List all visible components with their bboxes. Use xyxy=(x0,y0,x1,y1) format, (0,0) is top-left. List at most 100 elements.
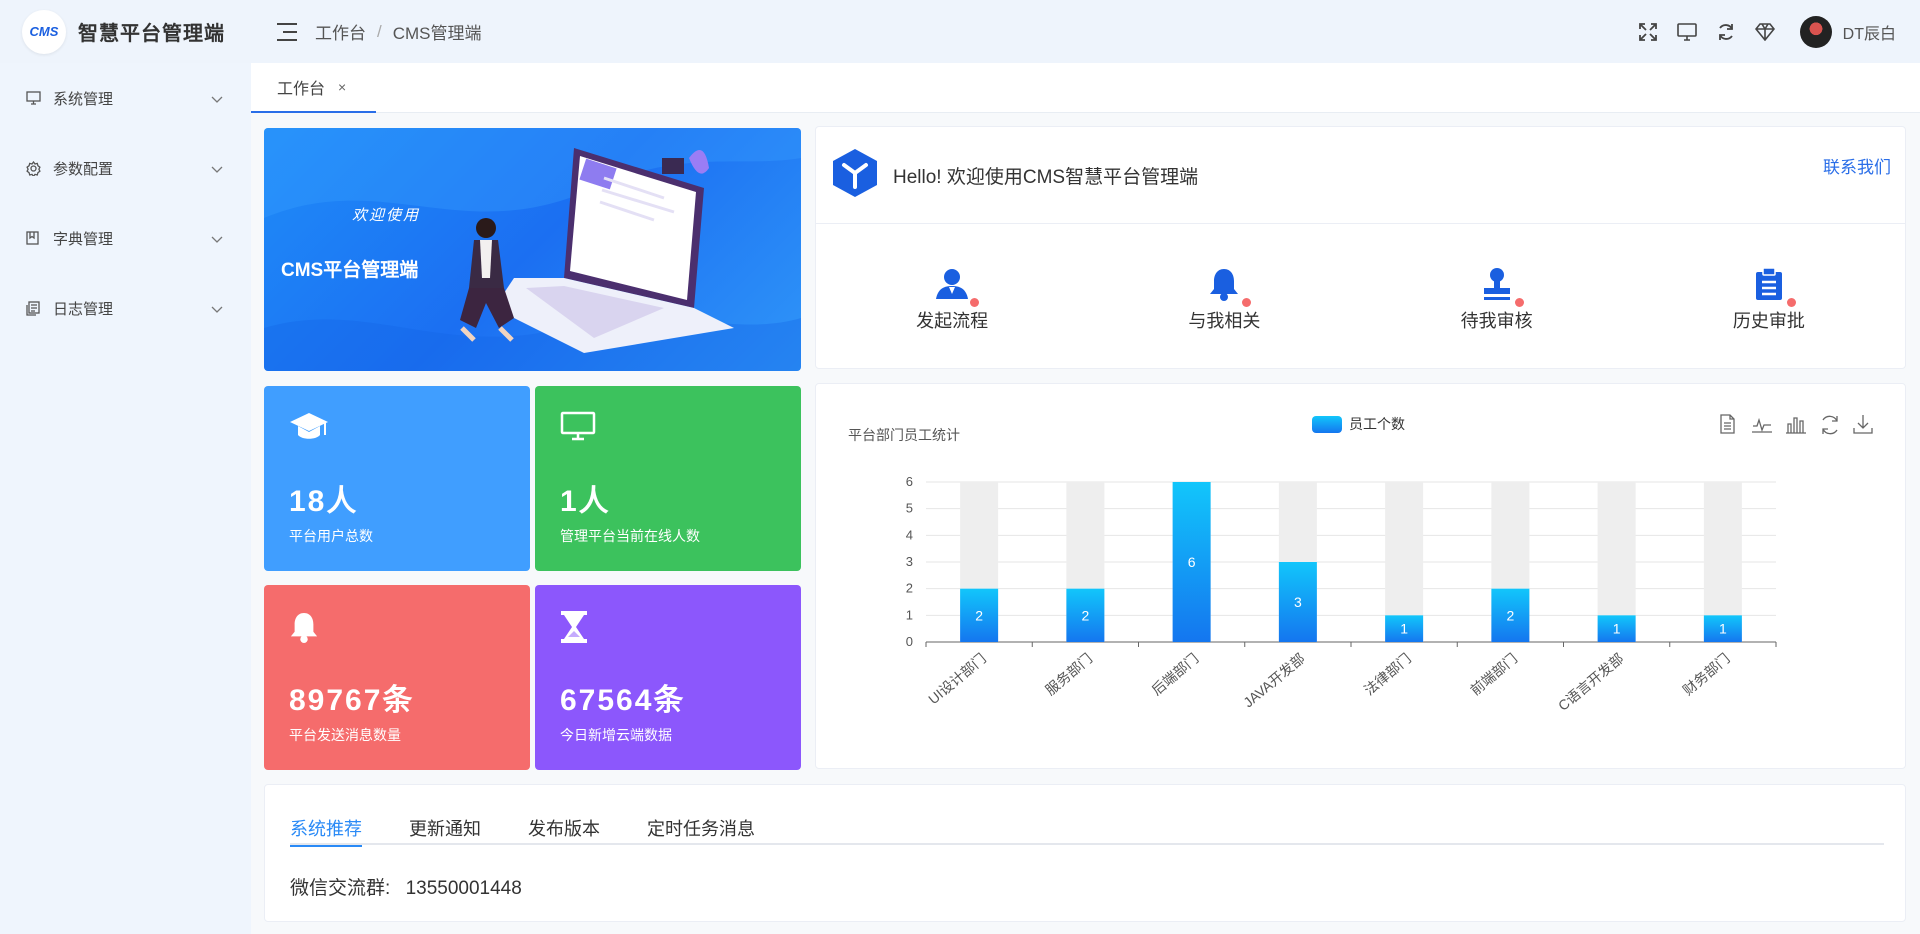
y-tick-label: 1 xyxy=(906,607,913,622)
stat-value: 1人 xyxy=(560,485,611,518)
stat-value: 18人 xyxy=(289,485,359,518)
stat-value: 67564条 xyxy=(560,684,686,717)
tab-updates[interactable]: 更新通知 xyxy=(409,815,481,845)
x-tick-label: 前端部门 xyxy=(1467,650,1520,698)
bar-value-label: 1 xyxy=(1613,621,1621,637)
bar-chart-icon[interactable] xyxy=(1785,414,1807,436)
line-chart-icon[interactable] xyxy=(1751,414,1773,436)
settings-icon xyxy=(26,160,42,176)
tab-workbench[interactable]: 工作台 × xyxy=(251,63,376,113)
bar-value-label: 1 xyxy=(1400,621,1408,637)
tab-release[interactable]: 发布版本 xyxy=(528,815,600,845)
breadcrumb: 工作台 / CMS管理端 xyxy=(315,19,482,44)
refresh-icon[interactable] xyxy=(1715,21,1737,43)
tab-bar: 工作台 × xyxy=(251,63,1920,113)
dept-staff-chart-card: 0 1 2 3 4 5 6 2 UI设计部门 2 服务部门 6 后端部门 3 JAVA开发部 1 法律部门 2 前端… xyxy=(815,383,1906,769)
avatar[interactable] xyxy=(1799,15,1832,48)
download-icon[interactable] xyxy=(1853,414,1875,436)
legend-swatch xyxy=(1312,415,1342,433)
bar-value-label: 3 xyxy=(1294,594,1302,610)
breadcrumb-item-workbench[interactable]: 工作台 xyxy=(315,19,366,44)
quick-action-label: 与我相关 xyxy=(1188,310,1261,331)
contact-us-link[interactable]: 联系我们 xyxy=(1823,153,1891,178)
bar-value-label: 2 xyxy=(1506,607,1514,623)
quick-action-label: 历史审批 xyxy=(1732,310,1805,331)
stat-label: 平台发送消息数量 xyxy=(289,727,401,743)
banner-illustration xyxy=(264,128,801,371)
chevron-down-icon xyxy=(211,231,223,248)
stat-tile-cloud-data[interactable]: 67564条 今日新增云端数据 xyxy=(535,585,801,770)
chart-legend[interactable]: 员工个数 xyxy=(1312,414,1405,434)
tab-scheduled-tasks[interactable]: 定时任务消息 xyxy=(647,815,755,845)
stat-label: 平台用户总数 xyxy=(289,528,373,544)
sidebar-item-params[interactable]: 参数配置 xyxy=(0,133,250,203)
sidebar-item-label: 系统管理 xyxy=(53,90,114,108)
clipboard-icon xyxy=(1750,265,1796,307)
monitor-icon xyxy=(560,411,596,446)
sidebar-item-system[interactable]: 系统管理 xyxy=(0,63,250,133)
stat-tile-users[interactable]: 18人 平台用户总数 xyxy=(264,386,530,571)
chart-title: 平台部门员工统计 xyxy=(848,427,960,443)
menu-collapse-icon[interactable] xyxy=(277,22,297,41)
y-tick-label: 5 xyxy=(906,501,913,516)
monitor-icon xyxy=(26,90,42,106)
logo-area[interactable]: CMS 智慧平台管理端 xyxy=(0,9,250,54)
chart-toolbox xyxy=(1705,414,1875,436)
banner-welcome: 欢迎使用 xyxy=(352,207,421,224)
breadcrumb-separator: / xyxy=(377,21,382,41)
bell-icon xyxy=(289,610,319,649)
screen-icon[interactable] xyxy=(1676,21,1698,43)
quick-action-start-process[interactable]: 发起流程 xyxy=(816,224,1088,369)
info-tabs: 系统推荐 更新通知 发布版本 定时任务消息 xyxy=(290,815,1884,847)
close-icon[interactable]: × xyxy=(338,79,346,95)
sidebar-item-label: 参数配置 xyxy=(53,160,114,178)
app-cube-icon xyxy=(831,147,879,204)
y-tick-label: 6 xyxy=(906,474,913,489)
notification-dot xyxy=(970,297,980,307)
y-tick-label: 0 xyxy=(906,634,913,649)
bar-value-label: 1 xyxy=(1719,621,1727,637)
chevron-down-icon xyxy=(211,161,223,178)
bar-chart: 0 1 2 3 4 5 6 2 UI设计部门 2 服务部门 6 后端部门 3 JAVA开发部 1 法律部门 2 前端… xyxy=(906,474,1777,714)
wechat-label: 微信交流群: xyxy=(290,878,391,899)
bar-value-label: 2 xyxy=(975,607,983,623)
stamp-icon xyxy=(1478,265,1524,307)
quick-action-label: 发起流程 xyxy=(916,310,989,331)
hourglass-icon xyxy=(560,610,588,649)
quick-action-history[interactable]: 历史审批 xyxy=(1633,224,1905,369)
wechat-number: 13550001448 xyxy=(405,878,522,899)
hello-header: Hello! 欢迎使用CMS智慧平台管理端 联系我们 xyxy=(816,127,1905,224)
info-tabs-card: 系统推荐 更新通知 发布版本 定时任务消息 微信交流群: 13550001448 xyxy=(264,784,1906,922)
x-tick-label: 财务部门 xyxy=(1680,650,1733,698)
app-name: 智慧平台管理端 xyxy=(78,23,225,45)
fullscreen-icon[interactable] xyxy=(1637,21,1659,43)
y-tick-label: 3 xyxy=(906,554,913,569)
stat-label: 管理平台当前在线人数 xyxy=(560,528,700,544)
sidebar-item-dictionary[interactable]: 字典管理 xyxy=(0,203,250,273)
app-logo: CMS xyxy=(22,9,66,54)
data-view-icon[interactable] xyxy=(1717,414,1739,436)
stat-label: 今日新增云端数据 xyxy=(560,727,672,743)
sidebar-item-logs[interactable]: 日志管理 xyxy=(0,273,250,343)
x-tick-label: C语言开发部 xyxy=(1555,650,1627,714)
chevron-down-icon xyxy=(211,301,223,318)
log-icon xyxy=(26,300,42,316)
breadcrumb-item-cms: CMS管理端 xyxy=(392,24,482,43)
hello-text: Hello! 欢迎使用CMS智慧平台管理端 xyxy=(893,166,1199,188)
x-tick-label: 后端部门 xyxy=(1148,650,1201,698)
refresh-icon[interactable] xyxy=(1819,414,1841,436)
quick-action-pending-review[interactable]: 待我审核 xyxy=(1361,224,1633,369)
sidebar-item-label: 日志管理 xyxy=(53,300,114,318)
quick-action-related[interactable]: 与我相关 xyxy=(1088,224,1360,369)
stat-tile-online[interactable]: 1人 管理平台当前在线人数 xyxy=(535,386,801,571)
username[interactable]: DT辰白 xyxy=(1843,20,1896,44)
sidebar-item-label: 字典管理 xyxy=(53,230,114,248)
tab-recommend[interactable]: 系统推荐 xyxy=(290,815,362,847)
y-tick-label: 2 xyxy=(906,581,913,596)
book-icon xyxy=(26,230,42,246)
diamond-icon[interactable] xyxy=(1754,21,1776,43)
welcome-banner: 欢迎使用 CMS平台管理端 xyxy=(264,128,801,371)
top-header: CMS 智慧平台管理端 工作台 / CMS管理端 DT辰白 xyxy=(0,0,1920,63)
notification-dot xyxy=(1242,297,1252,307)
stat-tile-messages[interactable]: 89767条 平台发送消息数量 xyxy=(264,585,530,770)
